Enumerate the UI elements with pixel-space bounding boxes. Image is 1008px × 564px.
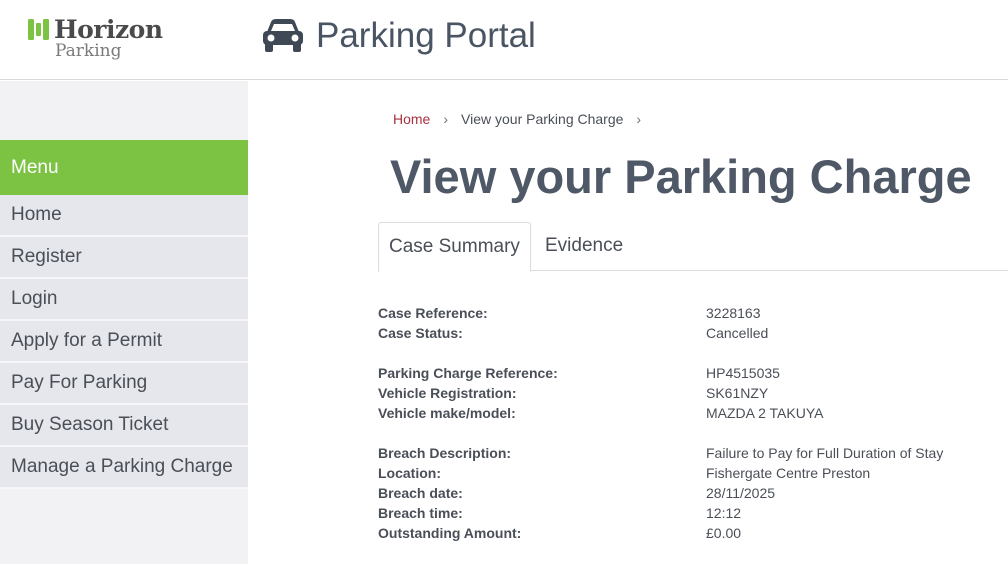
- sidebar-item-manage-charge[interactable]: Manage a Parking Charge: [0, 447, 248, 489]
- detail-row-breach-date: Breach date: 28/11/2025: [378, 483, 1008, 503]
- detail-value: 28/11/2025: [706, 485, 776, 501]
- detail-value: 3228163: [706, 305, 761, 321]
- detail-value: Fishergate Centre Preston: [706, 465, 871, 481]
- detail-value: Failure to Pay for Full Duration of Stay: [706, 445, 944, 461]
- breadcrumb-separator-icon: ›: [443, 111, 449, 127]
- sidebar-item-pay-parking[interactable]: Pay For Parking: [0, 363, 248, 405]
- horizon-h-icon: [28, 19, 49, 40]
- tab-evidence[interactable]: Evidence: [535, 222, 633, 271]
- detail-label: Location:: [378, 465, 441, 481]
- detail-value: SK61NZY: [706, 385, 769, 401]
- detail-value: HP4515035: [706, 365, 780, 381]
- detail-label: Outstanding Amount:: [378, 525, 522, 541]
- detail-row-location: Location: Fishergate Centre Preston: [378, 463, 1008, 483]
- detail-label: Breach Description:: [378, 445, 512, 461]
- detail-label: Vehicle make/model:: [378, 405, 516, 421]
- breadcrumb-separator-icon: ›: [636, 111, 642, 127]
- car-icon: [263, 19, 303, 52]
- portal-heading: Parking Portal: [262, 14, 536, 58]
- detail-spacer: [378, 343, 1008, 363]
- logo-word-horizon: Horizon: [54, 15, 163, 44]
- portal-title: Parking Portal: [316, 16, 536, 55]
- detail-value: Cancelled: [706, 325, 769, 341]
- detail-value: £0.00: [706, 525, 742, 541]
- sidebar-item-season-ticket[interactable]: Buy Season Ticket: [0, 405, 248, 447]
- detail-value: 12:12: [706, 505, 742, 521]
- detail-row-vehicle-registration: Vehicle Registration: SK61NZY: [378, 383, 1008, 403]
- tab-bar: Case Summary Evidence: [378, 222, 1008, 272]
- sidebar-item-apply-permit[interactable]: Apply for a Permit: [0, 321, 248, 363]
- sidebar-item-home[interactable]: Home: [0, 195, 248, 237]
- sidebar-item-register[interactable]: Register: [0, 237, 248, 279]
- detail-row-charge-reference: Parking Charge Reference: HP4515035: [378, 363, 1008, 383]
- detail-label: Breach time:: [378, 505, 463, 521]
- breadcrumb-current: View your Parking Charge: [461, 111, 624, 127]
- breadcrumb: Home › View your Parking Charge ›: [393, 111, 654, 127]
- breadcrumb-home-link[interactable]: Home: [393, 111, 430, 127]
- detail-row-breach-time: Breach time: 12:12: [378, 503, 1008, 523]
- sidebar-item-login[interactable]: Login: [0, 279, 248, 321]
- header: Horizon Parking Parking Portal: [0, 0, 1008, 80]
- detail-label: Breach date:: [378, 485, 463, 501]
- tab-case-summary[interactable]: Case Summary: [378, 222, 531, 272]
- menu-list: Home Register Login Apply for a Permit P…: [0, 195, 248, 489]
- detail-label: Parking Charge Reference:: [378, 365, 558, 381]
- detail-row-case-reference: Case Reference: 3228163: [378, 303, 1008, 323]
- sidebar: Menu Home Register Login Apply for a Per…: [0, 81, 248, 564]
- detail-row-outstanding-amount: Outstanding Amount: £0.00: [378, 523, 1008, 543]
- page-title: View your Parking Charge: [390, 150, 972, 203]
- detail-row-case-status: Case Status: Cancelled: [378, 323, 1008, 343]
- detail-label: Case Reference:: [378, 305, 488, 321]
- logo-word-parking: Parking: [55, 41, 122, 61]
- detail-row-vehicle-model: Vehicle make/model: MAZDA 2 TAKUYA: [378, 403, 1008, 423]
- detail-value: MAZDA 2 TAKUYA: [706, 405, 824, 421]
- detail-label: Case Status:: [378, 325, 463, 341]
- detail-label: Vehicle Registration:: [378, 385, 517, 401]
- detail-row-breach-description: Breach Description: Failure to Pay for F…: [378, 443, 1008, 463]
- main-content: Home › View your Parking Charge › View y…: [248, 81, 1008, 564]
- menu-heading: Menu: [0, 140, 248, 195]
- detail-spacer: [378, 423, 1008, 443]
- case-details: Case Reference: 3228163 Case Status: Can…: [378, 303, 1008, 543]
